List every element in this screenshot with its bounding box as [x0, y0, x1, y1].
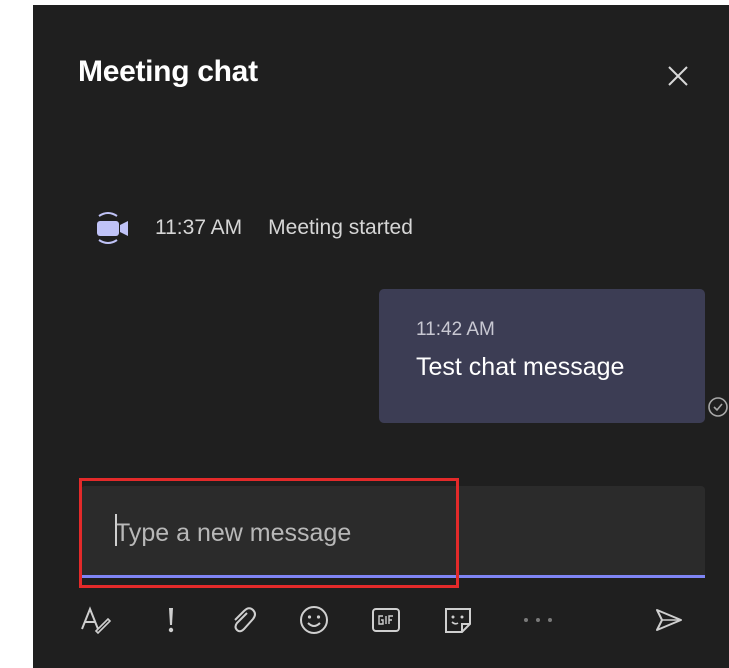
meeting-started-event: 11:37 AM Meeting started: [93, 210, 413, 246]
page-title: Meeting chat: [78, 55, 258, 88]
close-icon: [668, 66, 688, 86]
message-text: Test chat message: [416, 353, 625, 381]
more-options-icon: [524, 618, 552, 622]
important-icon: [168, 608, 174, 633]
sticker-button[interactable]: [440, 602, 476, 638]
sticker-icon: [445, 608, 471, 633]
compose-toolbar: [77, 602, 707, 642]
important-button[interactable]: [153, 602, 189, 638]
text-caret: [115, 514, 117, 546]
attach-button[interactable]: [225, 602, 261, 638]
video-camera-icon: [97, 212, 128, 244]
attach-icon: [234, 607, 256, 633]
send-icon: [656, 609, 682, 631]
message-input[interactable]: [115, 516, 675, 550]
chat-message-bubble[interactable]: 11:42 AM Test chat message: [379, 289, 705, 423]
compose-focus-underline: [81, 575, 705, 578]
meeting-chat-panel: Meeting chat 11:37 AM Meeting started 11…: [33, 5, 729, 668]
event-text: Meeting started: [268, 216, 413, 239]
message-time: 11:42 AM: [416, 319, 495, 340]
emoji-button[interactable]: [296, 602, 332, 638]
message-sent-status-icon: [708, 397, 728, 417]
compose-box: [81, 486, 705, 578]
format-button[interactable]: [77, 602, 113, 638]
format-icon: [81, 606, 112, 635]
event-time: 11:37 AM: [155, 216, 243, 239]
gif-button[interactable]: [368, 602, 404, 638]
emoji-icon: [300, 606, 328, 634]
gif-icon: [372, 608, 400, 632]
send-button[interactable]: [651, 602, 687, 638]
close-button[interactable]: [665, 63, 691, 89]
more-options-button[interactable]: [520, 602, 556, 638]
